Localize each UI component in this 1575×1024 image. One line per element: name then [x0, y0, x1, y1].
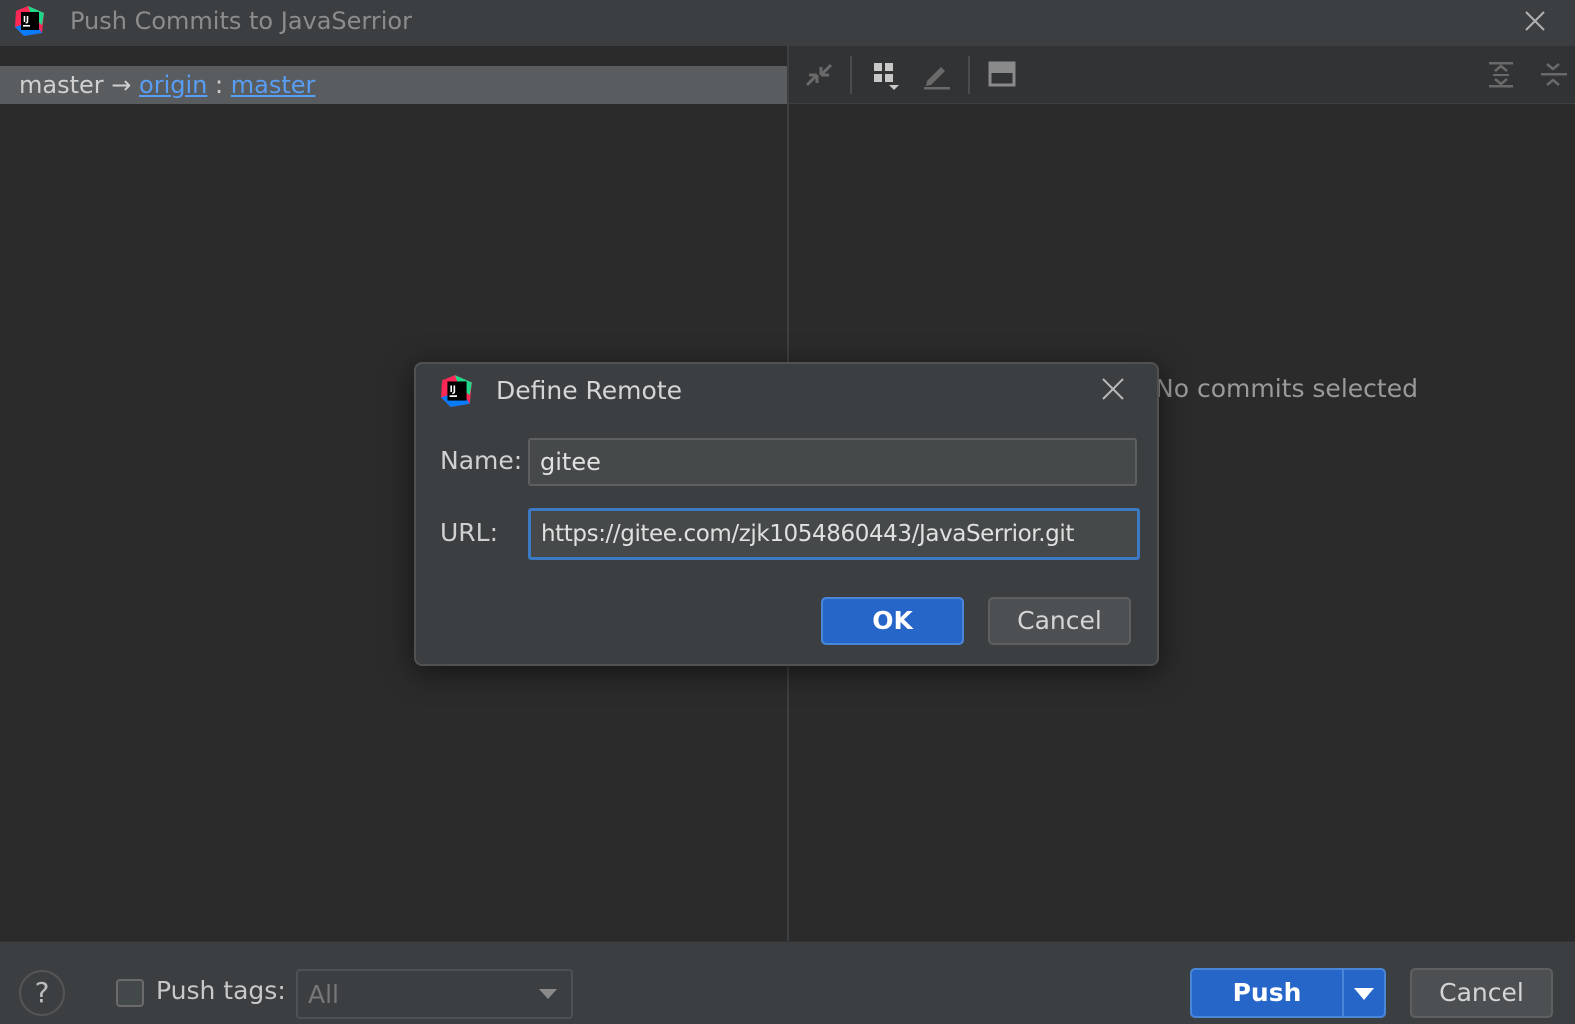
- window-title: Push Commits to JavaSerrior: [70, 7, 412, 35]
- local-branch: master: [19, 71, 104, 99]
- changes-toolbar: [789, 46, 1575, 104]
- group-by-icon[interactable]: [871, 59, 903, 91]
- push-button-split: [1342, 970, 1344, 1016]
- push-tags-select-value: All: [308, 980, 339, 1009]
- ok-button[interactable]: OK: [821, 597, 964, 645]
- title-bar: IJ Push Commits to JavaSerrior: [0, 0, 1575, 46]
- push-button-label[interactable]: Push: [1192, 970, 1342, 1016]
- help-button[interactable]: ?: [19, 970, 65, 1016]
- remote-url-input[interactable]: [528, 508, 1140, 560]
- chevron-down-icon: [539, 989, 557, 999]
- close-icon[interactable]: [1100, 376, 1126, 402]
- svg-text:IJ: IJ: [23, 15, 29, 24]
- name-label: Name:: [440, 446, 523, 475]
- push-arrow: →: [111, 71, 132, 99]
- edit-pencil-icon[interactable]: [921, 59, 953, 91]
- intellij-logo-icon: IJ: [441, 375, 472, 407]
- collapse-all-icon[interactable]: [1537, 59, 1569, 91]
- expand-all-icon[interactable]: [1485, 59, 1517, 91]
- push-button[interactable]: Push: [1190, 968, 1386, 1018]
- push-tags-label: Push tags:: [156, 976, 286, 1005]
- preview-diff-icon[interactable]: [986, 59, 1018, 91]
- push-tags-checkbox[interactable]: [116, 979, 144, 1007]
- remote-link[interactable]: origin: [139, 71, 207, 99]
- cancel-button[interactable]: Cancel: [1410, 968, 1553, 1018]
- no-commits-text: No commits selected: [1155, 374, 1418, 403]
- push-tags-select[interactable]: All: [296, 969, 573, 1019]
- svg-text:IJ: IJ: [450, 385, 456, 395]
- url-label: URL:: [440, 518, 499, 547]
- define-remote-dialog: IJ Define Remote Name: URL: OK Cancel: [414, 362, 1159, 666]
- bottom-bar: ? Push tags: All Push Cancel: [0, 941, 1575, 1024]
- toolbar-separator: [850, 56, 852, 94]
- push-options-dropdown-icon[interactable]: [1354, 988, 1374, 1000]
- close-icon[interactable]: [1520, 6, 1550, 36]
- branch-row[interactable]: master → origin : master: [0, 66, 787, 104]
- branch-separator: :: [215, 71, 224, 99]
- intellij-logo-icon: IJ: [15, 6, 44, 36]
- dialog-title: Define Remote: [496, 376, 683, 405]
- toolbar-separator: [968, 56, 970, 94]
- remote-name-input[interactable]: [528, 438, 1137, 486]
- dialog-cancel-button[interactable]: Cancel: [988, 597, 1131, 645]
- collapse-arrows-icon[interactable]: [803, 59, 835, 91]
- remote-branch-link[interactable]: master: [231, 71, 316, 99]
